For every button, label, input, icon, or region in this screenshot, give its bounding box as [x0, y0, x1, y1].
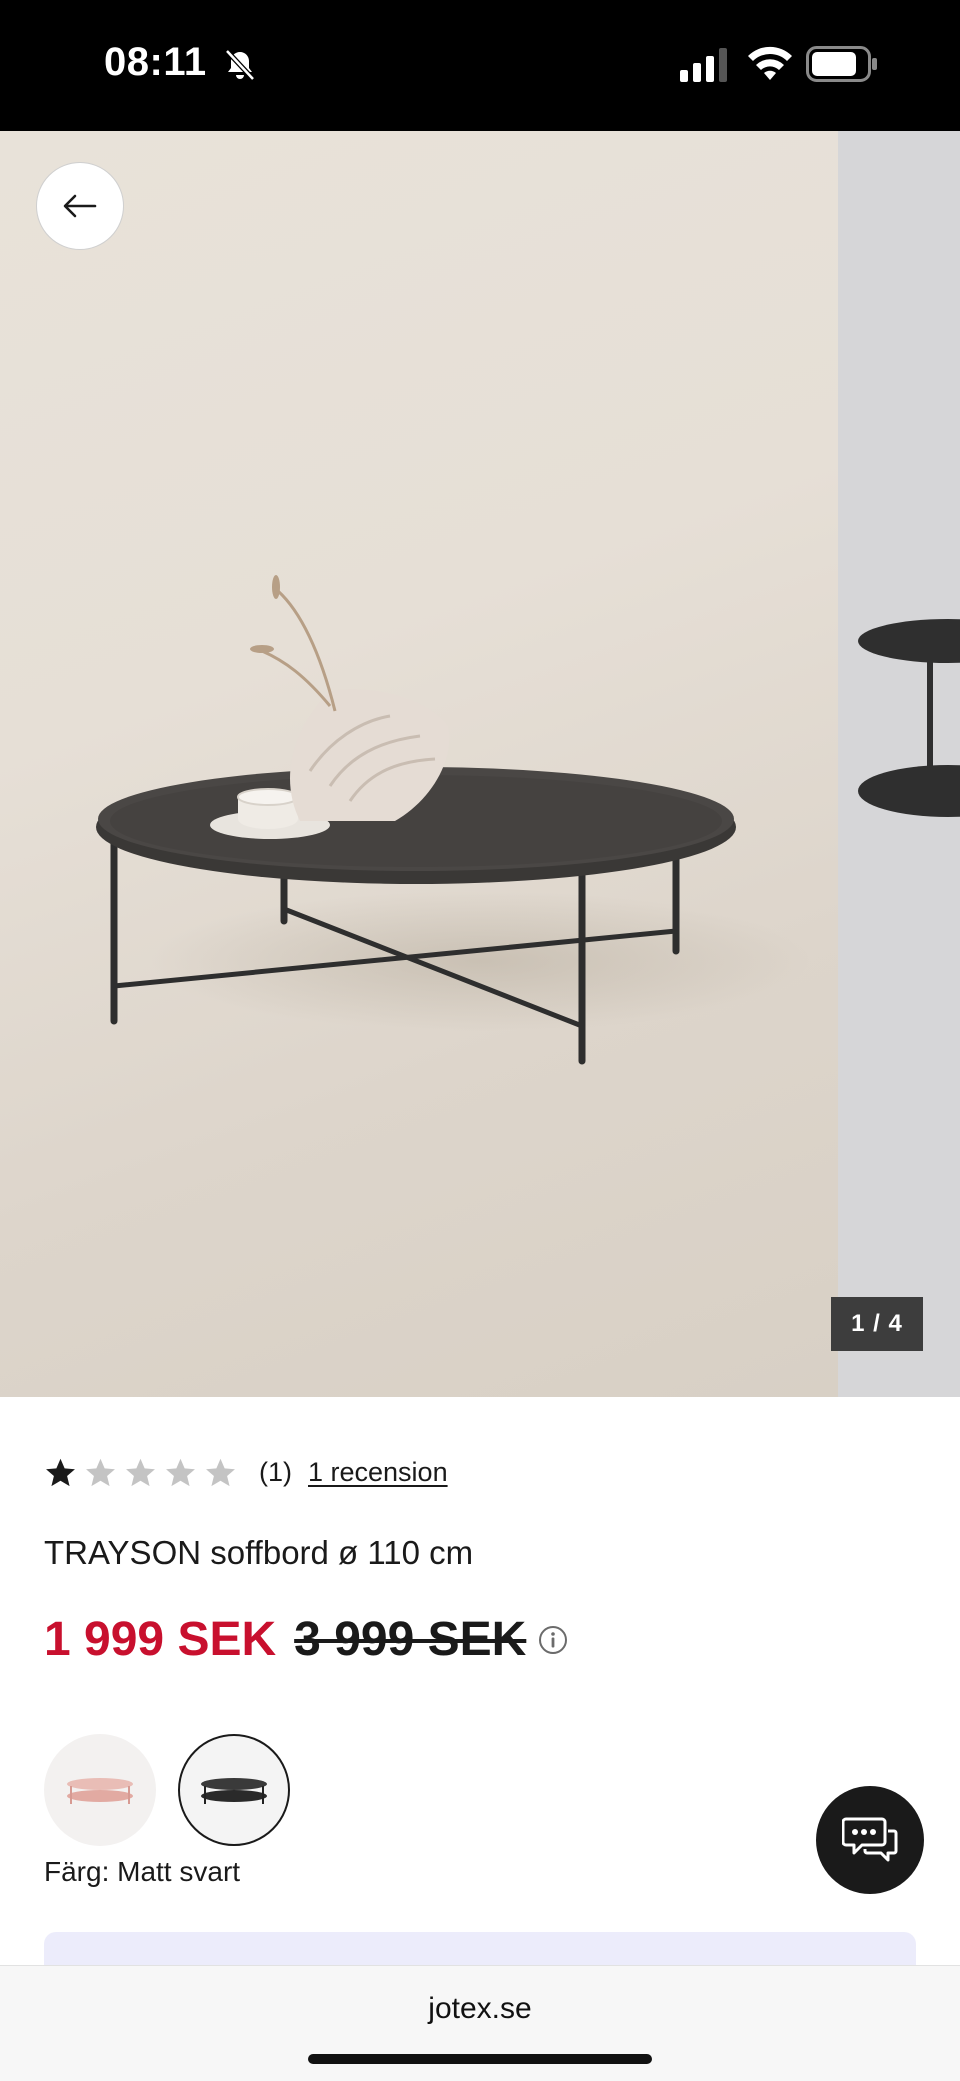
table-thumbnail-pink: [67, 1778, 133, 1804]
star-empty-icon: [86, 1458, 115, 1486]
color-swatches: [44, 1734, 290, 1846]
star-empty-icon: [126, 1458, 155, 1486]
reviews-link[interactable]: 1 recension: [308, 1457, 448, 1488]
info-icon[interactable]: [538, 1625, 568, 1655]
product-image-gallery[interactable]: 1 / 4: [0, 131, 960, 1397]
chat-button[interactable]: [816, 1786, 924, 1894]
product-image[interactable]: [0, 131, 838, 1397]
color-label: Färg: Matt svart: [44, 1856, 241, 1887]
swatch-rosa[interactable]: [44, 1734, 156, 1846]
sale-price: 1 999 SEK: [44, 1613, 277, 1666]
back-button[interactable]: [36, 162, 124, 250]
browser-address-bar[interactable]: jotex.se: [0, 1965, 960, 2081]
rating-row: (1) 1 recension: [44, 1452, 448, 1492]
table-thumbnail-black: [201, 1778, 267, 1804]
wifi-icon: [748, 46, 792, 80]
star-rating: [44, 1456, 237, 1489]
rating-count: (1): [259, 1456, 292, 1487]
bell-slash-icon: [225, 49, 255, 81]
chat-bubbles-icon: [842, 1817, 898, 1862]
image-counter: 1 / 4: [831, 1297, 923, 1351]
star-empty-icon: [166, 1458, 195, 1486]
home-indicator[interactable]: [308, 2054, 652, 2064]
status-time: 08:11: [104, 40, 207, 84]
star-empty-icon: [206, 1458, 235, 1486]
price-row: 1 999 SEK 3 999 SEK: [44, 1612, 568, 1667]
original-price: 3 999 SEK: [294, 1613, 527, 1666]
url-label[interactable]: jotex.se: [0, 1992, 960, 2026]
product-title: TRAYSON soffbord ø 110 cm: [44, 1534, 474, 1571]
star-filled-icon: [46, 1458, 75, 1486]
swatch-matt-svart[interactable]: [178, 1734, 290, 1846]
battery-icon: [806, 46, 877, 82]
status-bar: 08:11: [0, 0, 960, 131]
cellular-signal-icon: [680, 48, 727, 82]
arrow-left-icon: [63, 194, 97, 218]
next-product-image-peek[interactable]: [838, 131, 960, 1397]
